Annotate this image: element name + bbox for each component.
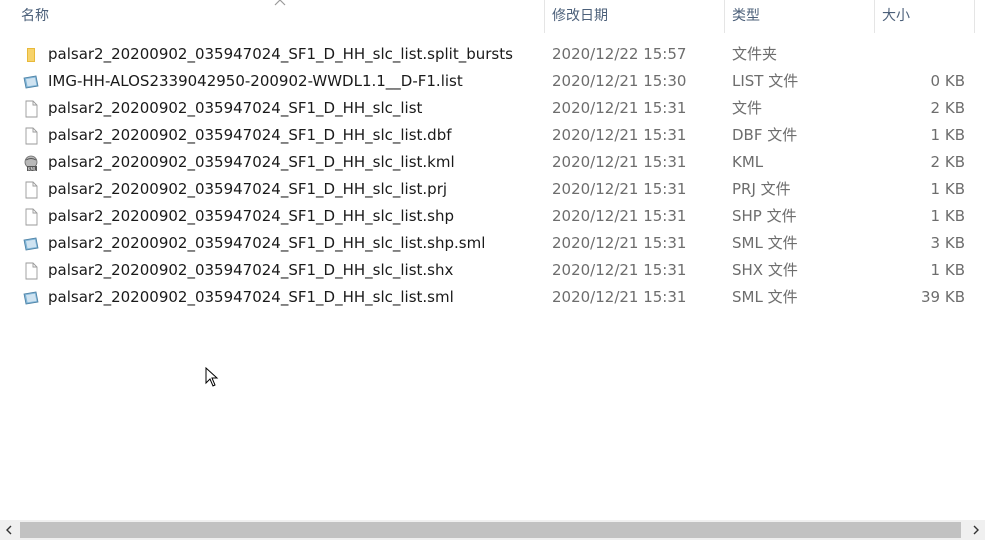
file-date-modified: 2020/12/21 15:31 bbox=[552, 126, 687, 144]
file-explorer: 名称 修改日期 类型 大小 palsar2_20200902_035947024… bbox=[0, 0, 985, 540]
file-icon bbox=[22, 262, 40, 280]
file-type: SHP 文件 bbox=[732, 207, 797, 225]
file-name: palsar2_20200902_035947024_SF1_D_HH_slc_… bbox=[48, 261, 454, 279]
file-name: palsar2_20200902_035947024_SF1_D_HH_slc_… bbox=[48, 180, 448, 198]
file-date-modified: 2020/12/21 15:31 bbox=[552, 153, 687, 171]
column-date-modified[interactable]: 修改日期 bbox=[545, 0, 725, 33]
file-type: SHX 文件 bbox=[732, 261, 798, 279]
file-row[interactable]: palsar2_20200902_035947024_SF1_D_HH_slc_… bbox=[0, 203, 985, 230]
file-name: palsar2_20200902_035947024_SF1_D_HH_slc_… bbox=[48, 153, 455, 171]
file-size: 1 KB bbox=[930, 180, 965, 198]
file-icon bbox=[22, 208, 40, 226]
file-date-modified: 2020/12/21 15:31 bbox=[552, 288, 687, 306]
file-icon bbox=[22, 127, 40, 145]
file-icon bbox=[22, 100, 40, 118]
file-type: 文件夹 bbox=[732, 45, 778, 63]
file-name: IMG-HH-ALOS2339042950-200902-WWDL1.1__D-… bbox=[48, 72, 463, 90]
file-type: PRJ 文件 bbox=[732, 180, 791, 198]
file-name: palsar2_20200902_035947024_SF1_D_HH_slc_… bbox=[48, 126, 452, 144]
file-type: SML 文件 bbox=[732, 288, 798, 306]
file-type: DBF 文件 bbox=[732, 126, 798, 144]
file-row[interactable]: KML palsar2_20200902_035947024_SF1_D_HH_s… bbox=[0, 149, 985, 176]
mouse-pointer-icon bbox=[205, 366, 219, 387]
file-size: 1 KB bbox=[930, 126, 965, 144]
file-date-modified: 2020/12/21 15:31 bbox=[552, 207, 687, 225]
file-row[interactable]: palsar2_20200902_035947024_SF1_D_HH_slc_… bbox=[0, 95, 985, 122]
svg-text:KML: KML bbox=[28, 166, 37, 171]
file-size: 2 KB bbox=[930, 99, 965, 117]
file-date-modified: 2020/12/21 15:30 bbox=[552, 72, 687, 90]
file-row[interactable]: IMG-HH-ALOS2339042950-200902-WWDL1.1__D-… bbox=[0, 68, 985, 95]
file-size: 39 KB bbox=[921, 288, 965, 306]
file-name: palsar2_20200902_035947024_SF1_D_HH_slc_… bbox=[48, 234, 486, 252]
column-name[interactable]: 名称 bbox=[14, 0, 545, 33]
folder-icon bbox=[22, 46, 40, 64]
column-size[interactable]: 大小 bbox=[875, 0, 975, 33]
file-row[interactable]: palsar2_20200902_035947024_SF1_D_HH_slc_… bbox=[0, 41, 985, 68]
scrollbar-thumb[interactable] bbox=[20, 522, 961, 538]
list-file-icon bbox=[22, 73, 40, 91]
file-date-modified: 2020/12/21 15:31 bbox=[552, 234, 687, 252]
file-size: 2 KB bbox=[930, 153, 965, 171]
horizontal-scrollbar[interactable] bbox=[0, 520, 985, 540]
file-type: 文件 bbox=[732, 99, 763, 117]
file-list: palsar2_20200902_035947024_SF1_D_HH_slc_… bbox=[0, 41, 985, 311]
file-date-modified: 2020/12/21 15:31 bbox=[552, 180, 687, 198]
file-icon bbox=[22, 181, 40, 199]
file-row[interactable]: palsar2_20200902_035947024_SF1_D_HH_slc_… bbox=[0, 257, 985, 284]
file-type: SML 文件 bbox=[732, 234, 798, 252]
file-name: palsar2_20200902_035947024_SF1_D_HH_slc_… bbox=[48, 99, 423, 117]
scroll-left-icon[interactable] bbox=[2, 523, 16, 537]
file-row[interactable]: palsar2_20200902_035947024_SF1_D_HH_slc_… bbox=[0, 122, 985, 149]
list-file-icon bbox=[22, 235, 40, 253]
file-date-modified: 2020/12/22 15:57 bbox=[552, 45, 687, 63]
kml-icon: KML bbox=[22, 154, 40, 172]
file-date-modified: 2020/12/21 15:31 bbox=[552, 261, 687, 279]
file-name: palsar2_20200902_035947024_SF1_D_HH_slc_… bbox=[48, 45, 513, 63]
file-size: 0 KB bbox=[930, 72, 965, 90]
file-type: LIST 文件 bbox=[732, 72, 799, 90]
column-type[interactable]: 类型 bbox=[725, 0, 875, 33]
list-file-icon bbox=[22, 289, 40, 307]
file-size: 3 KB bbox=[930, 234, 965, 252]
scroll-right-icon[interactable] bbox=[969, 523, 983, 537]
file-row[interactable]: palsar2_20200902_035947024_SF1_D_HH_slc_… bbox=[0, 284, 985, 311]
file-name: palsar2_20200902_035947024_SF1_D_HH_slc_… bbox=[48, 207, 455, 225]
file-row[interactable]: palsar2_20200902_035947024_SF1_D_HH_slc_… bbox=[0, 176, 985, 203]
column-header: 名称 修改日期 类型 大小 bbox=[0, 0, 985, 33]
file-size: 1 KB bbox=[930, 207, 965, 225]
file-type: KML bbox=[732, 153, 764, 171]
file-size: 1 KB bbox=[930, 261, 965, 279]
file-date-modified: 2020/12/21 15:31 bbox=[552, 99, 687, 117]
file-row[interactable]: palsar2_20200902_035947024_SF1_D_HH_slc_… bbox=[0, 230, 985, 257]
file-name: palsar2_20200902_035947024_SF1_D_HH_slc_… bbox=[48, 288, 454, 306]
